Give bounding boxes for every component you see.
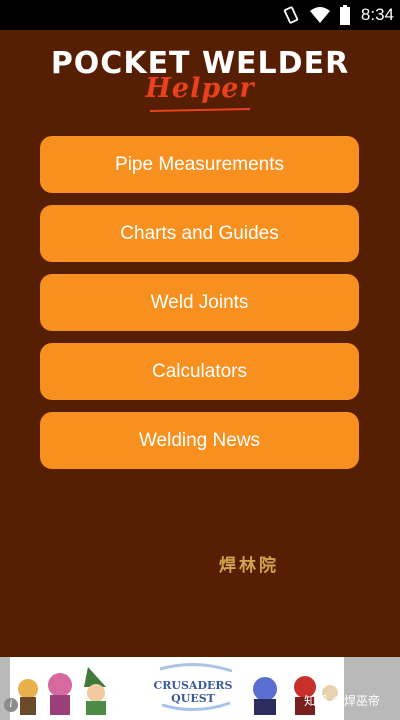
app-logo: POCKET WELDER Helper <box>0 46 400 118</box>
ad-banner[interactable]: CRUSADERS QUEST <box>0 657 400 720</box>
vibrate-icon <box>281 5 301 25</box>
battery-icon <box>339 5 351 25</box>
status-bar: 8:34 <box>0 0 400 30</box>
weld-joints-button[interactable]: Weld Joints <box>40 274 359 331</box>
calculators-button[interactable]: Calculators <box>40 343 359 400</box>
pipe-measurements-button[interactable]: Pipe Measurements <box>40 136 359 193</box>
watermark-text: 焊林院 <box>219 556 279 576</box>
clock: 8:34 <box>360 5 394 24</box>
ad-image[interactable]: CRUSADERS QUEST <box>10 657 344 720</box>
charts-and-guides-button[interactable]: Charts and Guides <box>40 205 359 262</box>
ad-credit-text: 知乎 @焊巫帝 <box>304 694 380 708</box>
welding-news-button[interactable]: Welding News <box>40 412 359 469</box>
ad-info-icon[interactable]: i <box>4 698 18 712</box>
logo-underline <box>149 108 251 112</box>
wifi-icon <box>309 6 331 24</box>
ad-title: CRUSADERS QUEST <box>153 679 233 705</box>
logo-script-text: Helper <box>145 73 255 104</box>
main-menu: Pipe Measurements Charts and Guides Weld… <box>40 136 359 481</box>
